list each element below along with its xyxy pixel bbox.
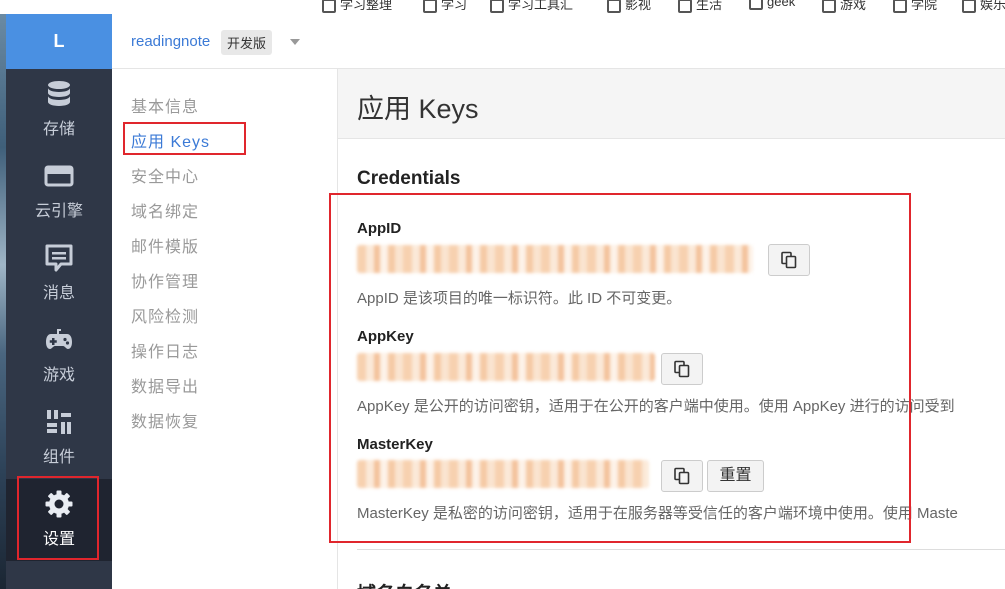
- section-title-credentials: Credentials: [357, 168, 461, 189]
- masterkey-label: MasterKey: [357, 436, 433, 453]
- sidebar-item-label: 云引擎: [34, 203, 83, 220]
- sidebar-item-label: 组件: [42, 449, 75, 466]
- folder-icon: [822, 0, 836, 13]
- app-switcher[interactable]: readingnote: [131, 33, 210, 50]
- folder-icon: [423, 0, 437, 13]
- bookmark-label: 影视: [625, 0, 652, 12]
- bookmark-item[interactable]: 学院: [893, 0, 938, 13]
- bookmark-item[interactable]: geek: [749, 0, 795, 10]
- gamepad-icon: [46, 329, 72, 349]
- sidebar-item-storage[interactable]: 存储: [6, 69, 112, 151]
- subnav-item-app-keys[interactable]: 应用 Keys: [131, 128, 210, 152]
- page-header: 应用 Keys: [338, 69, 1005, 139]
- appid-label: AppID: [357, 220, 402, 237]
- subnav-item-risk-detection[interactable]: 风险检测: [131, 303, 199, 327]
- sidebar-item-components[interactable]: 组件: [6, 397, 112, 479]
- subnav-item-collaboration[interactable]: 协作管理: [131, 268, 199, 292]
- bookmark-label: 学习工具汇: [508, 0, 574, 12]
- sidebar-item-game[interactable]: 游戏: [6, 315, 112, 397]
- folder-icon: [893, 0, 907, 13]
- appid-value-redacted[interactable]: [357, 245, 753, 273]
- folder-icon: [490, 0, 504, 13]
- copy-icon: [674, 360, 690, 378]
- bookmark-item[interactable]: 影视: [607, 0, 652, 13]
- reset-masterkey-button[interactable]: 重置: [707, 460, 764, 492]
- chevron-down-icon[interactable]: [290, 39, 300, 45]
- sidebar-item-message[interactable]: 消息: [6, 233, 112, 315]
- page-title: 应用 Keys: [357, 94, 479, 124]
- bookmark-label: 生活: [696, 0, 723, 12]
- subnav-item-domain-binding[interactable]: 域名绑定: [131, 198, 199, 222]
- subnav-item-basic-info[interactable]: 基本信息: [131, 93, 199, 117]
- message-icon: [45, 244, 73, 272]
- copy-appkey-button[interactable]: [661, 353, 703, 385]
- appkey-help-text: AppKey 是公开的访问密钥，适用于在公开的客户端中使用。使用 AppKey …: [357, 398, 955, 415]
- bookmark-label: 学习: [441, 0, 468, 12]
- appid-help-text: AppID 是该项目的唯一标识符。此 ID 不可变更。: [357, 290, 682, 307]
- copy-masterkey-button[interactable]: [661, 460, 703, 492]
- settings-subnav: 基本信息 应用 Keys 安全中心 域名绑定 邮件模版 协作管理 风险检测 操作…: [112, 69, 338, 589]
- subnav-item-operation-log[interactable]: 操作日志: [131, 338, 199, 362]
- bookmark-item[interactable]: 学习: [423, 0, 468, 13]
- sidebar-item-engine[interactable]: 云引擎: [6, 151, 112, 233]
- browser-bookmark-bar: 学习整理 学习 学习工具汇 影视 生活 geek 游戏 学院 娱乐: [0, 0, 1005, 14]
- masterkey-value-redacted[interactable]: [357, 460, 649, 488]
- subnav-item-data-restore[interactable]: 数据恢复: [131, 408, 199, 432]
- copy-icon: [674, 467, 690, 485]
- sidebar-item-label: 存储: [42, 121, 75, 138]
- bookmark-item[interactable]: 娱乐: [962, 0, 1005, 13]
- folder-icon: [962, 0, 976, 13]
- main-content: 应用 Keys Credentials AppID AppID 是该项目的唯一标…: [338, 69, 1005, 589]
- bookmark-item[interactable]: 学习整理: [322, 0, 393, 13]
- bookmark-label: 学院: [911, 0, 938, 12]
- sidebar-item-label: 设置: [42, 531, 75, 548]
- copy-appid-button[interactable]: [768, 244, 810, 276]
- appkey-value-redacted[interactable]: [357, 353, 655, 381]
- sidebar-item-label: 游戏: [42, 367, 75, 384]
- folder-icon: [322, 0, 336, 13]
- bookmark-label: 游戏: [840, 0, 867, 12]
- server-icon: [44, 165, 74, 187]
- env-badge: 开发版: [221, 30, 273, 55]
- bookmark-item[interactable]: 学习工具汇: [490, 0, 574, 13]
- folder-icon: [678, 0, 692, 13]
- bookmark-label: geek: [767, 0, 796, 9]
- folder-icon: [749, 0, 763, 10]
- bookmark-label: 娱乐: [980, 0, 1005, 12]
- subnav-item-data-export[interactable]: 数据导出: [131, 373, 199, 397]
- main-sidebar: L 存储 云引擎 消息 游戏 组件 设置: [6, 14, 112, 589]
- bookmark-item[interactable]: 游戏: [822, 0, 867, 13]
- folder-icon: [607, 0, 621, 13]
- appkey-label: AppKey: [357, 328, 414, 345]
- app-header: readingnote 开发版: [112, 14, 1005, 69]
- subnav-item-security[interactable]: 安全中心: [131, 163, 199, 187]
- gear-icon: [45, 490, 73, 518]
- sidebar-item-label: 消息: [42, 285, 75, 302]
- bookmark-label: 学习整理: [340, 0, 393, 12]
- masterkey-help-text: MasterKey 是私密的访问密钥，适用于在服务器等受信任的客户端环境中使用。…: [357, 505, 958, 522]
- sidebar-item-settings[interactable]: 设置: [6, 479, 112, 561]
- section-divider: [357, 549, 1005, 550]
- bookmark-item[interactable]: 生活: [678, 0, 723, 13]
- components-icon: [47, 410, 71, 434]
- app-logo[interactable]: L: [6, 14, 112, 69]
- section-title-domain-whitelist: 域名白名单: [357, 579, 452, 589]
- subnav-item-email-templates[interactable]: 邮件模版: [131, 233, 199, 257]
- database-icon: [48, 81, 70, 106]
- copy-icon: [781, 251, 797, 269]
